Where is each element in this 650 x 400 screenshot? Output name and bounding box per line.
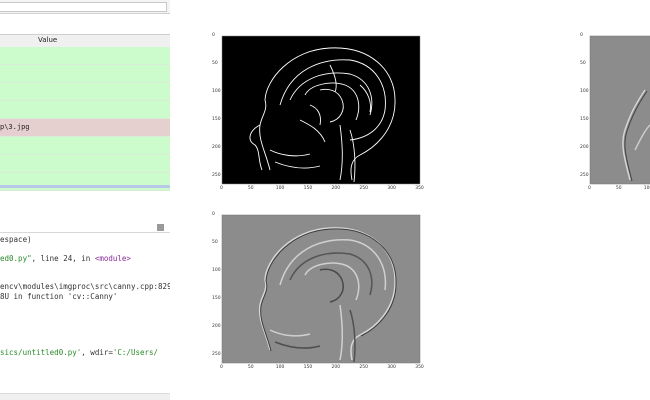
path-text: 'C:/Users/ (112, 348, 159, 357)
console-line: sics/untitled0.py', wdir='C:/Users/ (0, 348, 158, 357)
x-tick-label: 300 (387, 365, 396, 370)
x-tick-label: 0 (588, 186, 591, 191)
y-tick-label: 0 (212, 212, 215, 217)
table-row[interactable] (0, 83, 170, 101)
y-tick-label: 200 (212, 144, 221, 150)
x-tick-label: 250 (359, 186, 369, 191)
console-line: ed0.py", line 24, in <module> (0, 254, 131, 263)
table-row[interactable] (0, 47, 170, 65)
x-tick-label: 100 (275, 365, 285, 370)
y-tick-label: 100 (212, 267, 221, 273)
module-text: <module> (94, 254, 131, 263)
y-tick-label: 0 (580, 33, 583, 38)
filename-text: ed0.py" (0, 254, 32, 263)
cell-value: p\3.jpg (0, 123, 30, 131)
x-tick-label: 350 (415, 186, 424, 191)
y-tick-label: 150 (212, 116, 221, 122)
resize-grip-icon[interactable] (157, 224, 164, 231)
ipython-console[interactable]: espace) ed0.py", line 24, in <module> en… (0, 234, 170, 400)
y-tick-label: 250 (212, 172, 221, 178)
x-tick-label: 0 (220, 186, 223, 191)
x-tick-label: 200 (331, 186, 341, 191)
canny-edge-image (221, 35, 421, 185)
table-row[interactable]: p\3.jpg (0, 119, 170, 137)
table-row[interactable] (0, 155, 170, 173)
status-bar (0, 393, 170, 400)
plot-gradient-image: 0 50 100 150 200 250 0 50 100 150 200 250 300 350 (210, 210, 430, 375)
x-tick-label: 150 (303, 186, 313, 191)
y-tick-label: 200 (212, 323, 221, 329)
x-tick-label: 100 (275, 186, 285, 191)
x-tick-label: 100 (643, 186, 650, 191)
plot-canny-edges: 0 50 100 150 200 250 0 50 100 150 200 250 300 350 (210, 30, 430, 195)
x-tick-label: 200 (331, 365, 341, 370)
x-tick-label: 250 (359, 365, 369, 370)
panel-divider (0, 232, 170, 233)
y-tick-label: 100 (212, 88, 221, 94)
table-row[interactable] (0, 101, 170, 119)
toolbar (0, 0, 170, 14)
x-tick-label: 50 (615, 186, 622, 191)
table-row[interactable] (0, 137, 170, 155)
arg-text: , wdir= (81, 348, 113, 357)
y-tick-label: 250 (212, 351, 221, 357)
table-row[interactable] (0, 65, 170, 83)
column-value-label: Value (38, 36, 58, 44)
console-line: 8U in function 'cv::Canny' (0, 292, 118, 301)
plot-gradient-image-partial: 0 50 100 150 200 250 0 50 100 (580, 30, 650, 195)
variable-table-header[interactable]: Value (0, 34, 170, 48)
path-input[interactable] (0, 2, 167, 12)
x-tick-label: 50 (247, 365, 254, 370)
console-line: espace) (0, 235, 32, 244)
table-row[interactable] (0, 173, 170, 191)
table-scrollbar[interactable] (0, 185, 170, 188)
console-line: encv\modules\imgproc\src\canny.cpp:829: (0, 282, 170, 291)
y-tick-label: 50 (580, 60, 586, 66)
y-tick-label: 0 (212, 33, 215, 38)
trace-text: , line 24, in (31, 254, 95, 263)
y-tick-label: 250 (580, 172, 589, 178)
x-tick-label: 300 (387, 186, 396, 191)
x-tick-label: 0 (220, 365, 223, 370)
variable-table: p\3.jpg (0, 47, 170, 191)
y-tick-label: 150 (212, 295, 221, 301)
y-tick-label: 50 (212, 60, 218, 66)
gradient-image (221, 214, 421, 364)
y-tick-label: 100 (580, 88, 589, 94)
y-tick-label: 50 (212, 239, 218, 245)
ide-left-panel: Value p\3.jpg espace) ed0.py", line 24, … (0, 0, 170, 400)
x-tick-label: 150 (303, 365, 313, 370)
y-tick-label: 200 (580, 144, 589, 150)
y-tick-label: 150 (580, 116, 589, 122)
x-tick-label: 50 (247, 186, 254, 191)
gradient-image-partial (589, 35, 650, 185)
x-tick-label: 350 (415, 365, 424, 370)
path-text: sics/untitled0.py' (0, 348, 82, 357)
